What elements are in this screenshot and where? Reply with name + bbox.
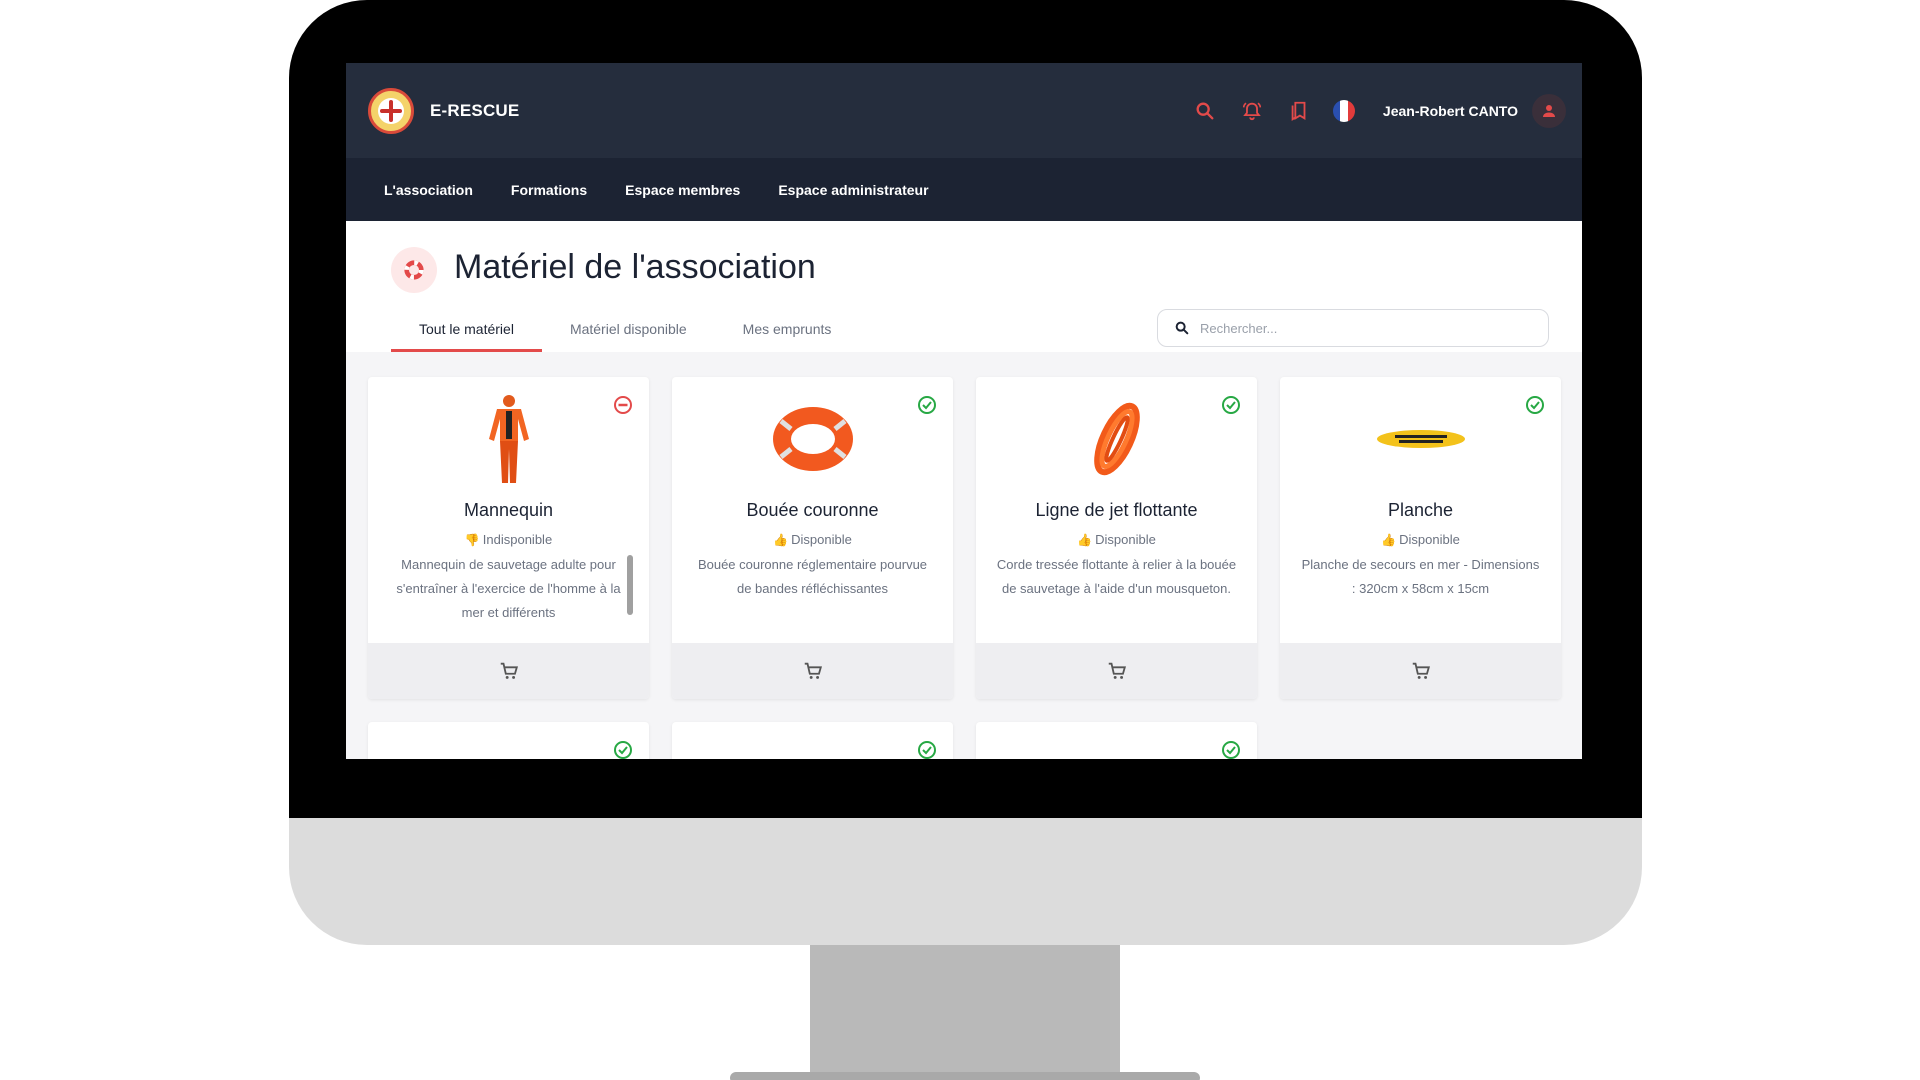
language-flag-icon[interactable] — [1332, 99, 1355, 122]
vest-image — [368, 736, 649, 759]
bell-alert-icon[interactable] — [1239, 98, 1265, 124]
thumb-up-icon: 👍 — [1381, 533, 1397, 547]
monitor-stand — [810, 945, 1120, 1080]
scrollbar[interactable] — [627, 555, 633, 615]
rescue-board-image — [1280, 391, 1561, 487]
borrow-button[interactable] — [1280, 643, 1561, 699]
thumb-down-icon: 👎 — [464, 533, 480, 547]
card-status: 👎 Indisponible — [464, 532, 553, 547]
main-nav: L'association Formations Espace membres … — [346, 158, 1582, 221]
equipment-card-gilet[interactable] — [672, 722, 953, 759]
available-icon — [1525, 395, 1545, 415]
top-bar: E-RESCUE Jean-Robert CANTO — [346, 63, 1582, 158]
card-status: 👍 Disponible — [1381, 532, 1460, 547]
available-icon — [1221, 740, 1241, 759]
card-title: Ligne de jet flottante — [1035, 500, 1198, 520]
equipment-card-bouee[interactable]: Bouée couronne 👍 Disponible Bouée couronn… — [672, 377, 953, 699]
card-title: Planche — [1387, 500, 1454, 520]
card-description: Planche de secours en mer - Dimensions :… — [1301, 557, 1540, 596]
tab-bar: Tout le matériel Matériel disponible Mes… — [391, 316, 859, 352]
borrow-button[interactable] — [672, 643, 953, 699]
equipment-card-planche[interactable]: Planche 👍 Disponible Planche de secours e… — [1280, 377, 1561, 699]
available-icon — [613, 740, 633, 759]
card-title: Bouée couronne — [746, 500, 879, 520]
nav-item-espace-administrateur[interactable]: Espace administrateur — [778, 182, 928, 198]
cart-icon — [1108, 662, 1126, 679]
bookmarks-icon[interactable] — [1286, 98, 1312, 124]
association-logo[interactable] — [368, 87, 414, 134]
equipment-card-vest[interactable] — [368, 722, 649, 759]
available-icon — [917, 395, 937, 415]
equipment-card-ligne-de-jet[interactable]: Ligne de jet flottante 👍 Disponible Corde… — [976, 377, 1257, 699]
available-icon — [917, 740, 937, 759]
search-icon[interactable] — [1192, 98, 1218, 124]
cart-icon — [804, 662, 822, 679]
cart-icon — [1412, 662, 1430, 679]
borrow-button[interactable] — [976, 643, 1257, 699]
thumb-up-icon: 👍 — [773, 533, 789, 547]
lifebuoy-image — [672, 391, 953, 487]
card-description: Corde tressée flottante à relier à la bo… — [996, 557, 1237, 596]
nav-item-formations[interactable]: Formations — [511, 182, 587, 198]
nav-item-espace-membres[interactable]: Espace membres — [625, 182, 740, 198]
cart-icon — [500, 662, 518, 679]
lifebuoy-icon — [391, 247, 437, 293]
card-description: Mannequin de sauvetage adulte pour s'ent… — [396, 557, 621, 620]
yellow-rope-image — [976, 736, 1257, 759]
tab-materiel-disponible[interactable]: Matériel disponible — [542, 316, 715, 352]
mannequin-image — [368, 391, 649, 487]
card-status: 👍 Disponible — [1077, 532, 1156, 547]
search-input[interactable] — [1200, 320, 1520, 336]
unavailable-icon — [613, 395, 633, 415]
card-description: Bouée couronne réglementaire pourvue de … — [697, 557, 928, 596]
monitor-stand-base — [730, 1072, 1200, 1080]
equipment-card-cordage[interactable] — [976, 722, 1257, 759]
user-avatar-icon[interactable] — [1532, 93, 1566, 128]
tab-mes-emprunts[interactable]: Mes emprunts — [715, 316, 860, 352]
borrow-button[interactable] — [368, 643, 649, 699]
equipment-card-mannequin[interactable]: Mannequin 👎 Indisponible Mannequin de sau… — [368, 377, 649, 699]
card-status: 👍 Disponible — [773, 532, 852, 547]
search-field-icon — [1175, 321, 1189, 335]
rope-image — [976, 391, 1257, 487]
thumb-up-icon: 👍 — [1077, 533, 1093, 547]
tab-tout-le-materiel[interactable]: Tout le matériel — [391, 316, 542, 352]
card-title: Mannequin — [463, 500, 554, 520]
user-name[interactable]: Jean-Robert CANTO — [1383, 103, 1518, 119]
app-screen: E-RESCUE Jean-Robert CANTO L'association… — [346, 63, 1582, 759]
available-icon — [1221, 395, 1241, 415]
search-box — [1157, 309, 1549, 347]
app-name[interactable]: E-RESCUE — [430, 101, 519, 121]
life-jacket-image — [672, 736, 953, 759]
page-title: Matériel de l'association — [454, 248, 816, 286]
page-header: Matériel de l'association Tout le matéri… — [346, 221, 1582, 352]
nav-item-association[interactable]: L'association — [384, 182, 473, 198]
